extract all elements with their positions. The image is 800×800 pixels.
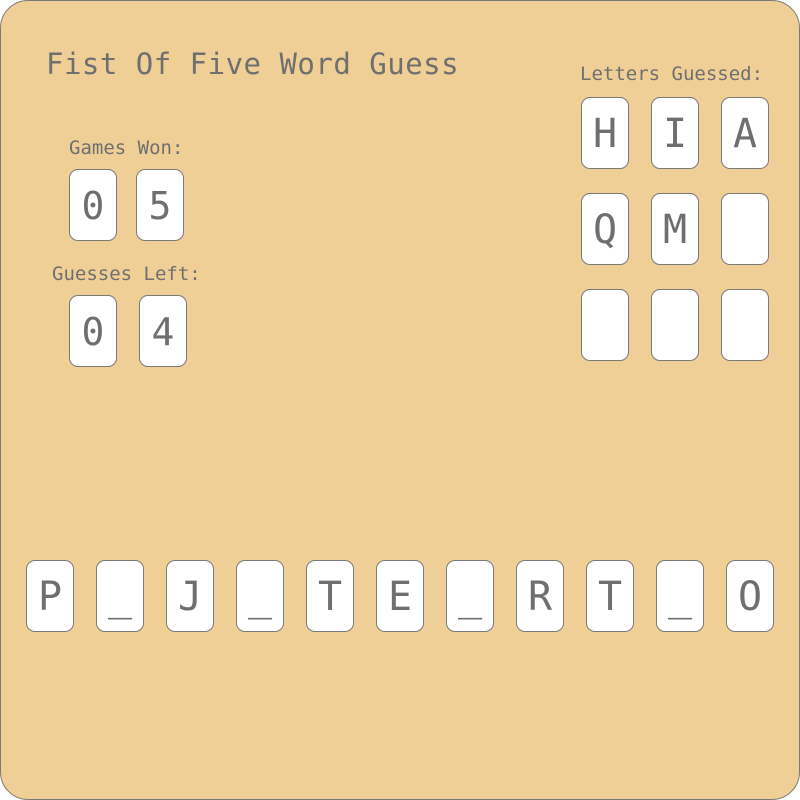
games-won-digit-tens: 0	[69, 169, 117, 241]
word-letter-tile: J	[166, 560, 214, 632]
word-letter-tile: R	[516, 560, 564, 632]
guessed-letter-slot: I	[651, 97, 699, 169]
guessed-letter-slot	[721, 289, 769, 361]
guessed-letter-slot: H	[581, 97, 629, 169]
letters-guessed-label: Letters Guessed:	[580, 63, 764, 85]
word-letter-tile: E	[376, 560, 424, 632]
game-title: Fist Of Five Word Guess	[46, 47, 460, 81]
guesses-left-label: Guesses Left:	[52, 263, 201, 285]
guessed-letter-slot: Q	[581, 193, 629, 265]
guessed-letter-slot: A	[721, 97, 769, 169]
word-letter-tile: O	[726, 560, 774, 632]
games-won-digit-ones: 5	[136, 169, 184, 241]
word-letter-tile: _	[656, 560, 704, 632]
word-letter-tile: _	[236, 560, 284, 632]
guessed-letter-slot	[581, 289, 629, 361]
guesses-left-digit-ones: 4	[139, 295, 187, 367]
word-letter-tile: T	[586, 560, 634, 632]
word-letter-tile: _	[96, 560, 144, 632]
games-won-label: Games Won:	[69, 137, 184, 159]
guessed-letter-slot: M	[651, 193, 699, 265]
guesses-left-digit-tens: 0	[69, 295, 117, 367]
word-letter-tile: P	[26, 560, 74, 632]
guessed-letter-slot	[721, 193, 769, 265]
word-letter-tile: _	[446, 560, 494, 632]
guessed-letter-slot	[651, 289, 699, 361]
word-letter-tile: T	[306, 560, 354, 632]
game-board: Fist Of Five Word Guess Games Won: 0 5 G…	[0, 0, 800, 800]
